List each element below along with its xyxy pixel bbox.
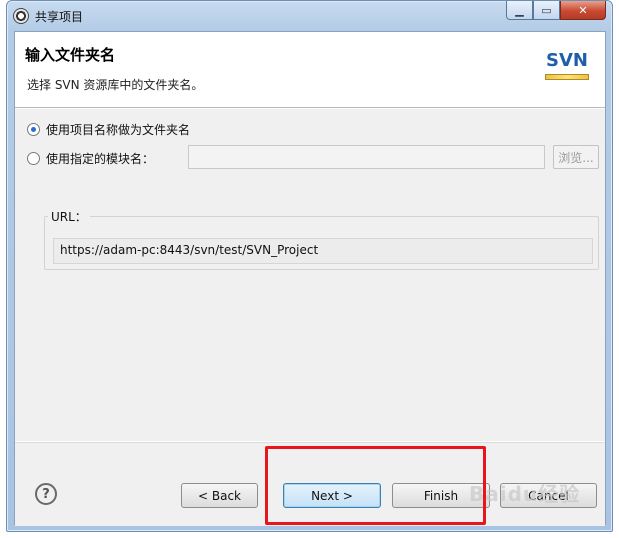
page-title: 输入文件夹名: [25, 46, 116, 64]
dialog-client: 输入文件夹名 选择 SVN 资源库中的文件夹名。 SVN 使用项目名称做为文件夹…: [14, 31, 606, 526]
radio-use-project-name[interactable]: [27, 123, 40, 136]
option-use-project-name[interactable]: 使用项目名称做为文件夹名: [27, 121, 190, 138]
next-button[interactable]: Next >: [283, 483, 381, 508]
cancel-button[interactable]: Cancel: [500, 483, 597, 508]
close-button[interactable]: ✕: [560, 1, 606, 20]
minimize-icon: ▁: [515, 3, 524, 17]
maximize-button[interactable]: ▭: [533, 1, 560, 20]
wizard-header: 输入文件夹名 选择 SVN 资源库中的文件夹名。 SVN: [15, 32, 605, 108]
svn-logo-bar: [545, 74, 589, 80]
module-name-input[interactable]: [188, 145, 545, 169]
back-button[interactable]: < Back: [181, 483, 258, 508]
close-icon: ✕: [578, 3, 588, 17]
eclipse-app-icon: [13, 8, 29, 24]
svn-logo-text: SVN: [546, 50, 588, 71]
wizard-body: 使用项目名称做为文件夹名 使用指定的模块名： 浏览... URL： https:…: [15, 109, 605, 441]
window-controls: ▁ ▭ ✕: [506, 1, 606, 21]
url-group-label: URL：: [48, 208, 90, 225]
finish-button[interactable]: Finish: [392, 483, 490, 508]
browse-button[interactable]: 浏览...: [553, 145, 599, 169]
maximize-icon: ▭: [541, 3, 552, 17]
wizard-footer: ? < Back Next > Finish Cancel: [15, 442, 605, 526]
minimize-button[interactable]: ▁: [506, 1, 533, 20]
dialog-window: 共享项目 ▁ ▭ ✕ 输入文件夹名 选择 SVN 资源库中的文件夹名。 SVN …: [6, 0, 613, 532]
option-use-project-name-label: 使用项目名称做为文件夹名: [46, 123, 191, 137]
radio-use-module-name[interactable]: [27, 152, 40, 165]
page-description: 选择 SVN 资源库中的文件夹名。: [27, 78, 204, 92]
window-title: 共享项目: [35, 10, 84, 24]
svn-logo: SVN: [543, 46, 591, 86]
help-icon[interactable]: ?: [35, 483, 57, 505]
title-bar[interactable]: 共享项目 ▁ ▭ ✕: [7, 1, 612, 31]
url-field[interactable]: https://adam-pc:8443/svn/test/SVN_Projec…: [53, 238, 593, 264]
option-use-module-name-label: 使用指定的模块名：: [46, 152, 155, 166]
option-use-module-name[interactable]: 使用指定的模块名：: [27, 150, 154, 167]
